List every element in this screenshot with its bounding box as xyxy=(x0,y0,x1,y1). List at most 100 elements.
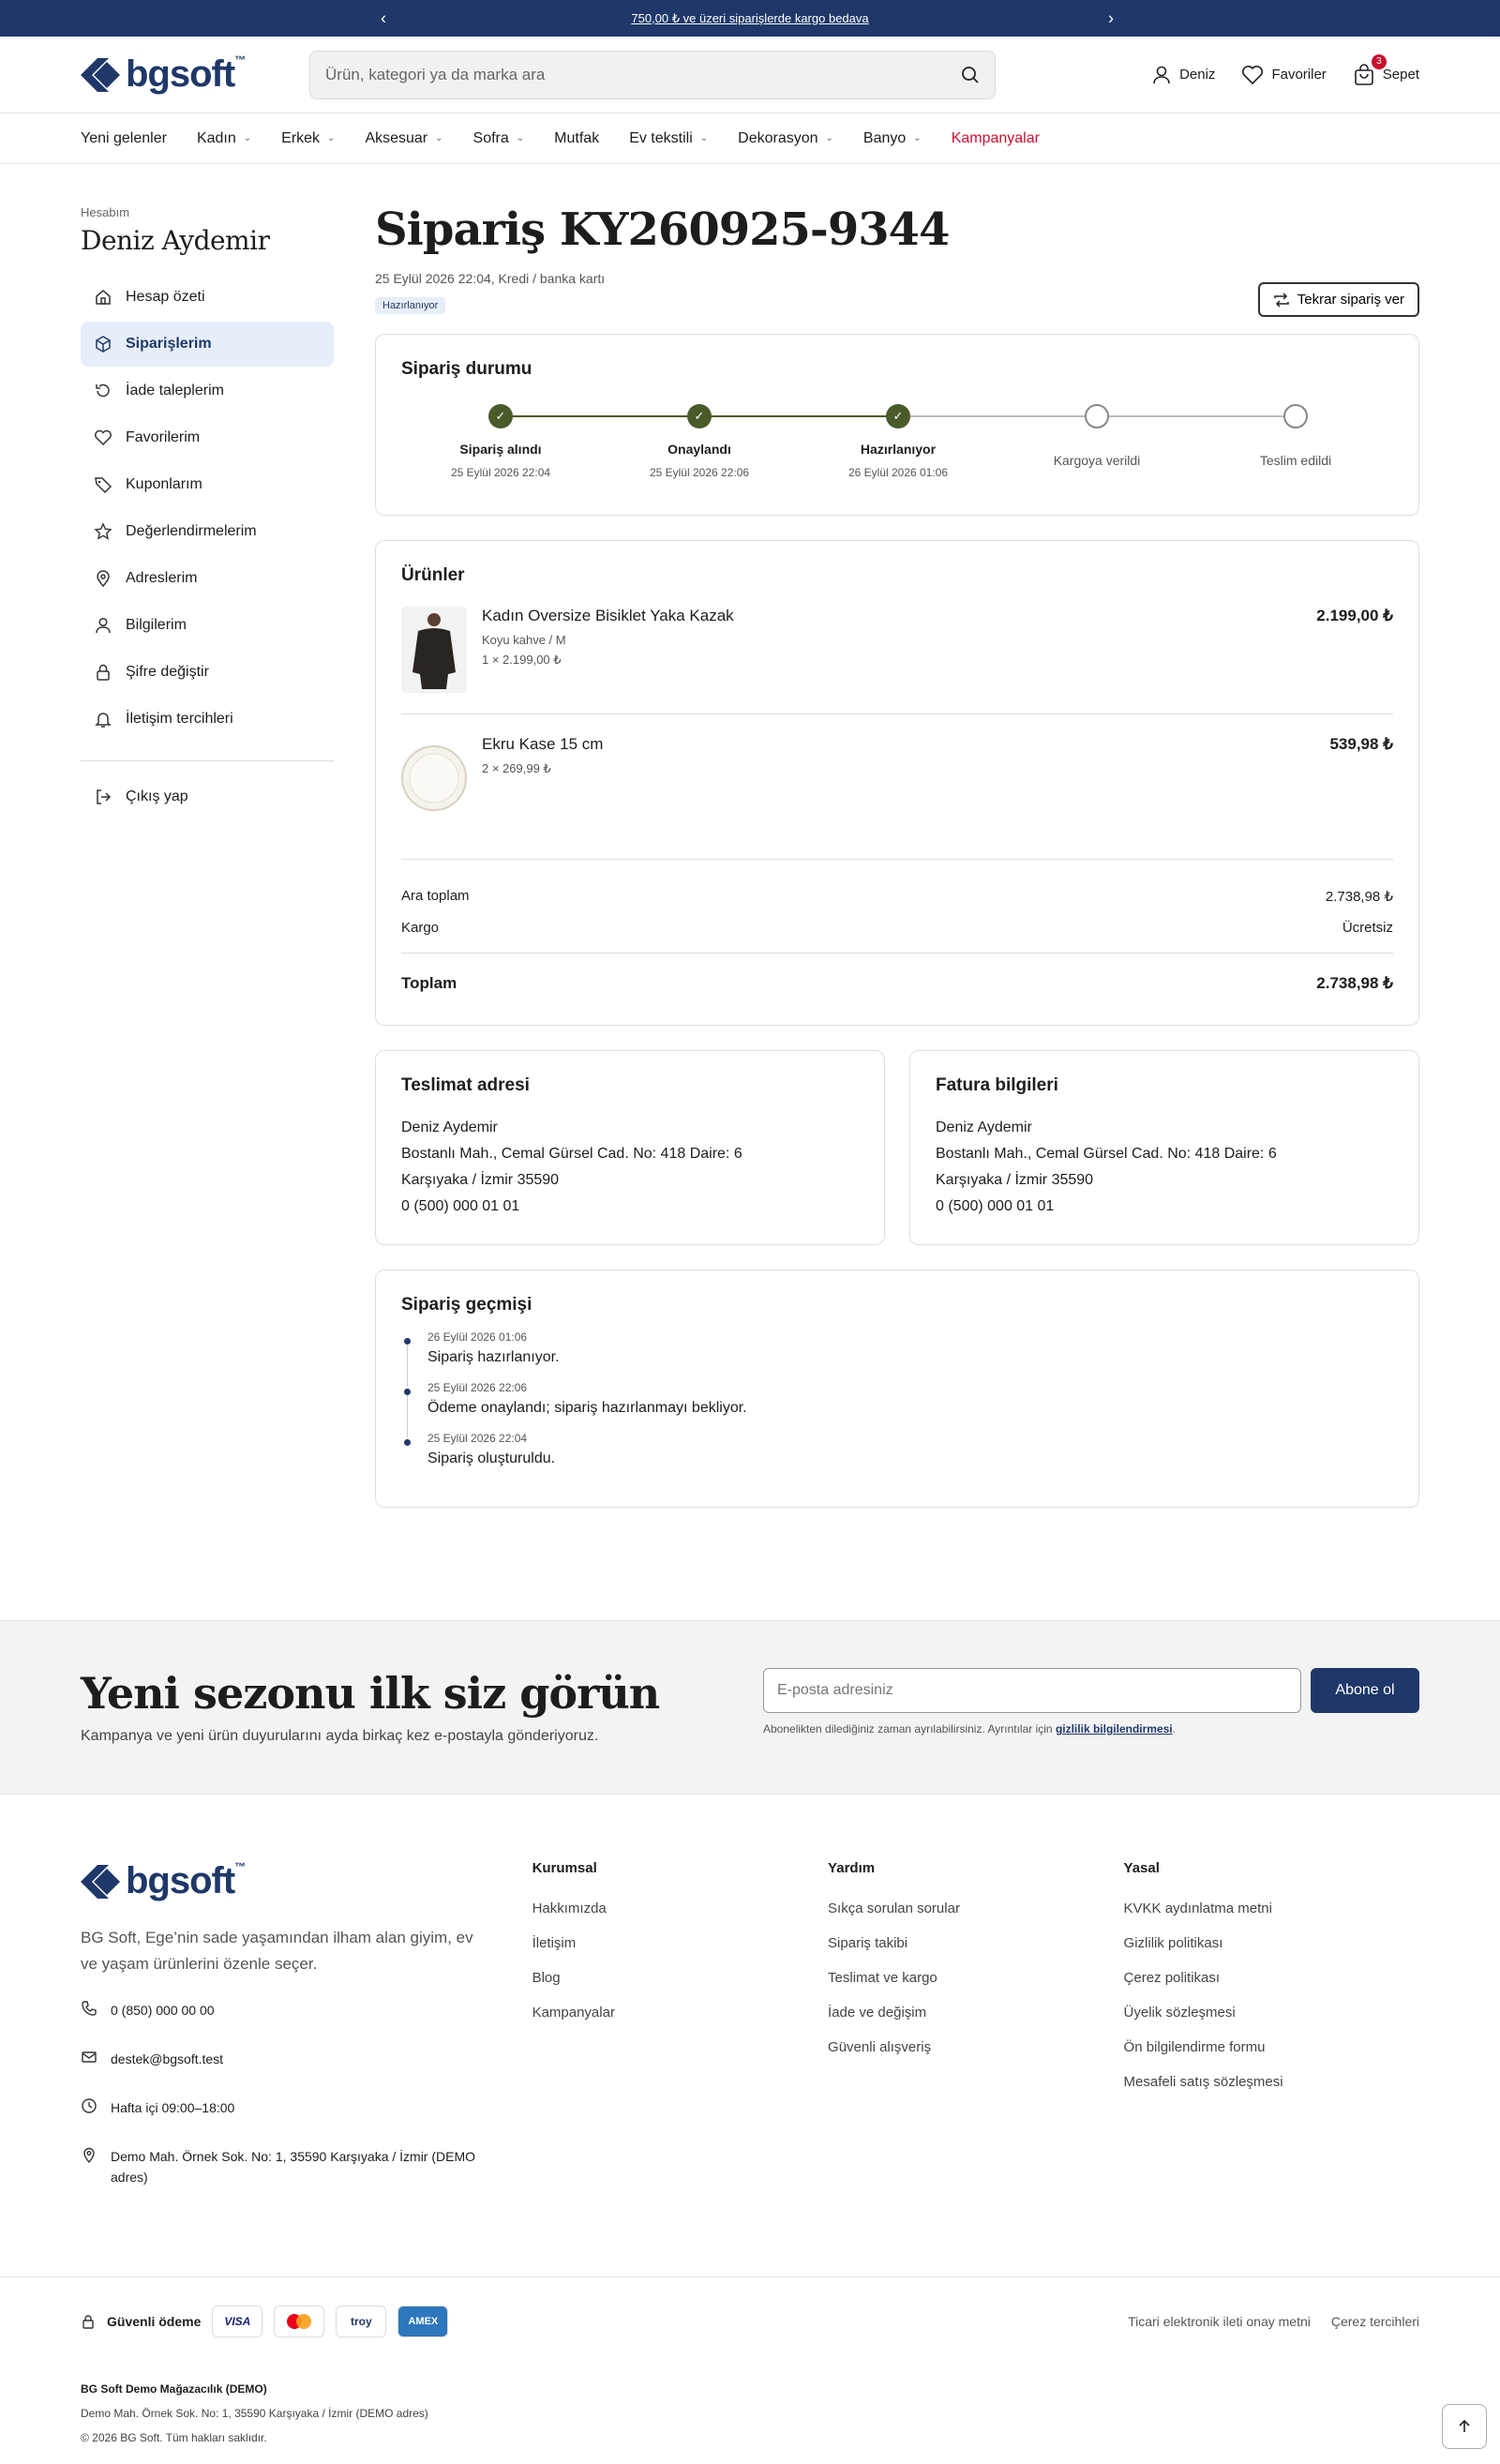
troy-icon: troy xyxy=(336,2306,387,2337)
footer-link[interactable]: Gizlilik politikası xyxy=(1124,1935,1419,1951)
sidebar-item-reviews[interactable]: Değerlendirmelerim xyxy=(81,509,334,554)
list-item: Kadın Oversize Bisiklet Yaka Kazak Koyu … xyxy=(401,586,1393,714)
announcement-bar: ‹ 750,00 ₺ ve üzeri siparişlerde kargo b… xyxy=(0,0,1500,37)
nav-item-women[interactable]: Kadın ⌄ xyxy=(197,130,251,147)
footer-link[interactable]: Üyelik sözleşmesi xyxy=(1124,2005,1419,2021)
cart-button[interactable]: 3 Sepet xyxy=(1353,53,1419,86)
footer-link[interactable]: Blog xyxy=(532,1970,828,1986)
sidebar-item-label: Hesap özeti xyxy=(126,289,205,305)
sidebar-item-favorites[interactable]: Favorilerim xyxy=(81,415,334,460)
footer-link[interactable]: Güvenli alışveriş xyxy=(828,2039,1123,2055)
site-footer: bgsoft™ BG Soft, Ege’nin sade yaşamından… xyxy=(0,1795,1500,2276)
product-image-sweater[interactable] xyxy=(401,607,467,693)
footer-email[interactable]: destek@bgsoft.test xyxy=(81,2049,532,2069)
nav-item-home-textile[interactable]: Ev tekstili ⌄ xyxy=(629,130,708,147)
product-image-bowl[interactable] xyxy=(401,735,467,821)
sidebar-eyebrow: Hesabım xyxy=(81,205,130,219)
sidebar-item-profile[interactable]: Bilgilerim xyxy=(81,603,334,648)
sidebar-item-coupons[interactable]: Kuponlarım xyxy=(81,462,334,507)
subtotal-label: Ara toplam xyxy=(401,888,470,904)
billing-name: Deniz Aydemir xyxy=(936,1119,1032,1135)
consent-link[interactable]: Ticari elektronik ileti onay metni xyxy=(1128,2314,1311,2329)
history-item: 25 Eylül 2026 22:06 Ödeme onaylandı; sip… xyxy=(401,1381,1393,1437)
nav-item-tableware[interactable]: Sofra ⌄ xyxy=(473,130,525,147)
status-tracker: ✓ Sipariş alındı 25 Eylül 2026 22:04 ✓ O… xyxy=(401,397,1393,490)
total-row: Toplam 2.738,98 ₺ xyxy=(401,953,1393,1000)
header-actions: Deniz Favoriler 3 Sepet xyxy=(1151,53,1419,86)
footer-link[interactable]: İade ve değişim xyxy=(828,2005,1123,2021)
status-step: ✓ Hazırlanıyor 26 Eylül 2026 01:06 xyxy=(804,404,992,479)
product-variant: Koyu kahve / M xyxy=(482,633,566,647)
favorites-button[interactable]: Favoriler xyxy=(1241,65,1327,85)
scroll-to-top-button[interactable] xyxy=(1442,2404,1487,2449)
footer-hours: Hafta içi 09:00–18:00 xyxy=(81,2097,532,2118)
status-card: Sipariş durumu ✓ Sipariş alındı 25 Eylül… xyxy=(375,334,1419,516)
search-icon[interactable] xyxy=(961,66,980,84)
user-icon xyxy=(1153,66,1170,83)
announcement-link[interactable]: 750,00 ₺ ve üzeri siparişlerde kargo bed… xyxy=(631,11,868,26)
footer-link[interactable]: İletişim xyxy=(532,1935,828,1951)
footer-link[interactable]: KVKK aydınlatma metni xyxy=(1124,1901,1419,1916)
sidebar-item-addresses[interactable]: Adreslerim xyxy=(81,556,334,601)
phone-icon xyxy=(82,2001,97,2016)
nav-item-new[interactable]: Yeni gelenler xyxy=(81,130,167,147)
history-text: Ödeme onaylandı; sipariş hazırlanmayı be… xyxy=(428,1400,747,1416)
footer-address-text: Demo Mah. Örnek Sok. No: 1, 35590 Karşıy… xyxy=(111,2149,476,2185)
footer-link[interactable]: Ön bilgilendirme formu xyxy=(1124,2039,1419,2055)
sidebar-item-orders[interactable]: Siparişlerim xyxy=(81,322,334,367)
footer-link[interactable]: Teslimat ve kargo xyxy=(828,1970,1123,1986)
sidebar-item-communication[interactable]: İletişim tercihleri xyxy=(81,697,334,742)
nav-item-men[interactable]: Erkek ⌄ xyxy=(281,130,335,147)
reorder-button[interactable]: Tekrar sipariş ver xyxy=(1257,282,1419,317)
sidebar-item-password[interactable]: Şifre değiştir xyxy=(81,650,334,695)
logo[interactable]: bgsoft™ xyxy=(81,53,309,96)
search-input[interactable] xyxy=(325,65,907,84)
footer-phone[interactable]: 0 (850) 000 00 00 xyxy=(81,2000,532,2021)
history-date: 25 Eylül 2026 22:06 xyxy=(428,1381,528,1394)
company-name: BG Soft Demo Mağazacılık (DEMO) xyxy=(81,2382,267,2396)
check-icon: ✓ xyxy=(886,404,910,428)
search-bar[interactable] xyxy=(309,50,996,99)
cookie-preferences-link[interactable]: Çerez tercihleri xyxy=(1331,2314,1419,2329)
status-step-label: Onaylandı xyxy=(668,442,731,457)
footer-col-title: Yasal xyxy=(1123,1860,1160,1876)
history-title: Sipariş geçmişi xyxy=(401,1295,532,1315)
nav-item-decoration[interactable]: Dekorasyon ⌄ xyxy=(738,130,833,147)
account-button[interactable]: Deniz xyxy=(1151,65,1215,85)
subscribe-button[interactable]: Abone ol xyxy=(1311,1668,1419,1713)
sidebar-item-label: Bilgilerim xyxy=(126,617,187,633)
delivery-name: Deniz Aydemir xyxy=(401,1119,498,1135)
chevron-right-icon[interactable]: › xyxy=(1108,8,1114,28)
sidebar-item-logout[interactable]: Çıkış yap xyxy=(81,774,334,819)
footer-link[interactable]: Çerez politikası xyxy=(1124,1970,1419,1986)
chevron-left-icon[interactable]: ‹ xyxy=(381,8,386,28)
nav-item-campaigns[interactable]: Kampanyalar xyxy=(952,130,1040,147)
product-name[interactable]: Ekru Kase 15 cm xyxy=(482,735,1329,754)
footer-col-corporate: Kurumsal Hakkımızda İletişim Blog Kampan… xyxy=(532,1860,828,2276)
nav-item-kitchen[interactable]: Mutfak xyxy=(554,130,599,147)
footer-link[interactable]: Sıkça sorulan sorular xyxy=(828,1901,1123,1916)
sidebar-item-returns[interactable]: İade taleplerim xyxy=(81,368,334,413)
product-price: 539,98 ₺ xyxy=(1329,735,1393,753)
privacy-link[interactable]: gizlilik bilgilendirmesi xyxy=(1056,1722,1173,1735)
sidebar-item-label: İade taleplerim xyxy=(126,383,224,398)
footer-link[interactable]: Kampanyalar xyxy=(532,2005,828,2021)
nav-item-accessories[interactable]: Aksesuar ⌄ xyxy=(365,130,442,147)
sidebar-user-name: Deniz Aydemir xyxy=(81,225,270,256)
delivery-phone: 0 (500) 000 01 01 xyxy=(401,1198,520,1214)
account-sidebar: Hesabım Deniz Aydemir Hesap özeti Sipari… xyxy=(81,205,334,1508)
footer-link[interactable]: Hakkımızda xyxy=(532,1901,828,1916)
order-detail: Sipariş KY260925-9344 25 Eylül 2026 22:0… xyxy=(375,203,1419,1508)
nav-item-bathroom[interactable]: Banyo ⌄ xyxy=(863,130,922,147)
sidebar-item-label: Siparişlerim xyxy=(126,336,212,352)
newsletter-email-input[interactable] xyxy=(763,1668,1301,1713)
footer-logo[interactable]: bgsoft™ xyxy=(81,1860,309,1902)
product-name[interactable]: Kadın Oversize Bisiklet Yaka Kazak xyxy=(482,607,1316,625)
page-main: Hesabım Deniz Aydemir Hesap özeti Sipari… xyxy=(0,164,1500,1508)
status-step-label: Hazırlanıyor xyxy=(860,442,937,457)
footer-link[interactable]: Sipariş takibi xyxy=(828,1935,1123,1951)
sidebar-item-overview[interactable]: Hesap özeti xyxy=(81,275,334,320)
history-card: Sipariş geçmişi 26 Eylül 2026 01:06 Sipa… xyxy=(375,1270,1419,1508)
footer-link[interactable]: Mesafeli satış sözleşmesi xyxy=(1124,2074,1419,2090)
history-item: 26 Eylül 2026 01:06 Sipariş hazırlanıyor… xyxy=(401,1330,1393,1387)
